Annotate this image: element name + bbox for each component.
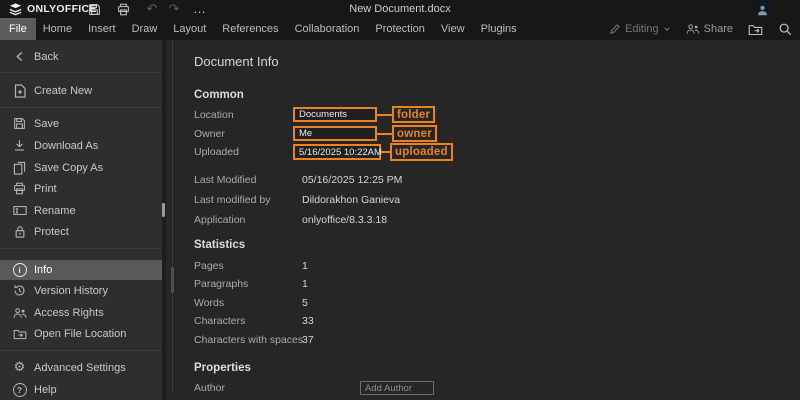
file-menu-panel: Back Create New Save	[0, 40, 800, 400]
new-document-icon	[12, 83, 27, 98]
section-heading-properties: Properties	[194, 360, 251, 376]
sidebar-item-open-file-location[interactable]: Open File Location	[0, 323, 162, 344]
info-circle-icon: i	[12, 262, 27, 277]
annotation-connector	[381, 151, 390, 153]
sidebar-item-version-history[interactable]: Version History	[0, 280, 162, 301]
search-icon[interactable]	[778, 22, 792, 36]
titlebar: ONLYOFFICE ↶ ↷ … New Document.docx	[0, 0, 800, 18]
sidebar-item-create-new[interactable]: Create New	[0, 80, 162, 101]
tab-view[interactable]: View	[441, 23, 465, 35]
topbar-right-actions: Editing Share	[609, 18, 792, 40]
sidebar-item-help[interactable]: ? Help	[0, 379, 162, 400]
tab-layout[interactable]: Layout	[173, 23, 206, 35]
sidebar-item-back[interactable]: Back	[0, 46, 162, 67]
rename-icon	[12, 203, 27, 218]
editing-mode-button[interactable]: Editing	[609, 23, 671, 35]
sidebar-item-save-copy-as[interactable]: Save Copy As	[0, 157, 162, 178]
add-author-input[interactable]	[360, 381, 434, 395]
undo-icon[interactable]: ↶	[142, 0, 162, 18]
user-avatar[interactable]	[754, 1, 771, 18]
panel-scrollbar-thumb[interactable]	[171, 267, 174, 293]
sidebar-item-print[interactable]: Print	[0, 178, 162, 199]
sidebar-item-access-rights[interactable]: Access Rights	[0, 302, 162, 323]
owner-value: Me	[295, 128, 312, 139]
annotation-label-owner: owner	[392, 125, 437, 142]
sidebar-item-advanced-settings[interactable]: ⚙ Advanced Settings	[0, 357, 162, 378]
document-info-panel: Document Info Common Location Owner Uplo…	[166, 40, 800, 400]
annotation-label-folder: folder	[392, 106, 435, 123]
document-title: New Document.docx	[349, 0, 451, 18]
separator	[0, 107, 162, 108]
sidebar-item-download-as[interactable]: Download As	[0, 135, 162, 156]
copy-document-icon	[12, 160, 27, 175]
gear-icon: ⚙	[12, 360, 27, 375]
tab-plugins[interactable]: Plugins	[481, 23, 517, 35]
share-label: Share	[704, 23, 733, 35]
chevron-down-icon	[663, 25, 671, 33]
floppy-icon	[12, 116, 27, 131]
history-clock-icon	[12, 283, 27, 298]
onlyoffice-logo-icon	[8, 2, 23, 17]
sidebar-item-save[interactable]: Save	[0, 113, 162, 134]
separator	[0, 72, 162, 73]
tab-home[interactable]: Home	[43, 23, 72, 35]
lock-icon	[12, 224, 27, 239]
pencil-icon	[609, 23, 621, 35]
section-heading-common: Common	[194, 87, 244, 103]
editing-label: Editing	[625, 23, 659, 35]
annotation-connector	[377, 133, 392, 135]
download-icon	[12, 138, 27, 153]
tab-protection[interactable]: Protection	[375, 23, 425, 35]
tab-draw[interactable]: Draw	[132, 23, 158, 35]
onlyoffice-window: ONLYOFFICE ↶ ↷ … New Document.docx	[0, 0, 800, 400]
share-button[interactable]: Share	[686, 23, 733, 35]
annotation-label-uploaded: uploaded	[390, 143, 453, 161]
redo-icon[interactable]: ↷	[164, 0, 184, 18]
print-icon[interactable]	[113, 0, 133, 18]
uploaded-value: 5/16/2025 10:22AM	[295, 147, 382, 158]
sidebar-item-rename[interactable]: Rename	[0, 200, 162, 221]
sidebar-item-protect[interactable]: Protect	[0, 221, 162, 242]
annotation-value-box-location: Documents	[293, 107, 377, 122]
sidebar-item-info[interactable]: i Info	[0, 260, 162, 280]
annotation-value-box-owner: Me	[293, 126, 377, 141]
save-icon[interactable]	[84, 0, 104, 18]
tab-references[interactable]: References	[222, 23, 278, 35]
printer-icon	[12, 181, 27, 196]
sidebar-scrollbar-thumb[interactable]	[162, 203, 165, 217]
folder-arrow-icon	[12, 326, 27, 341]
page-title: Document Info	[194, 54, 279, 69]
tab-collaboration[interactable]: Collaboration	[295, 23, 360, 35]
share-people-icon	[686, 23, 700, 35]
question-circle-icon: ?	[12, 382, 27, 397]
annotation-connector	[377, 114, 392, 116]
location-value: Documents	[295, 109, 347, 120]
chevron-left-icon	[12, 49, 27, 64]
separator	[0, 248, 162, 249]
open-file-location-icon[interactable]	[748, 23, 763, 36]
more-options-icon[interactable]: …	[190, 0, 210, 18]
people-icon	[12, 305, 27, 320]
tab-insert[interactable]: Insert	[88, 23, 116, 35]
section-heading-statistics: Statistics	[194, 237, 245, 253]
file-menu-sidebar: Back Create New Save	[0, 40, 162, 400]
separator	[0, 350, 162, 351]
tab-file[interactable]: File	[0, 18, 36, 40]
annotation-value-box-uploaded: 5/16/2025 10:22AM	[293, 144, 381, 160]
panel-scrollbar-track	[172, 40, 173, 392]
